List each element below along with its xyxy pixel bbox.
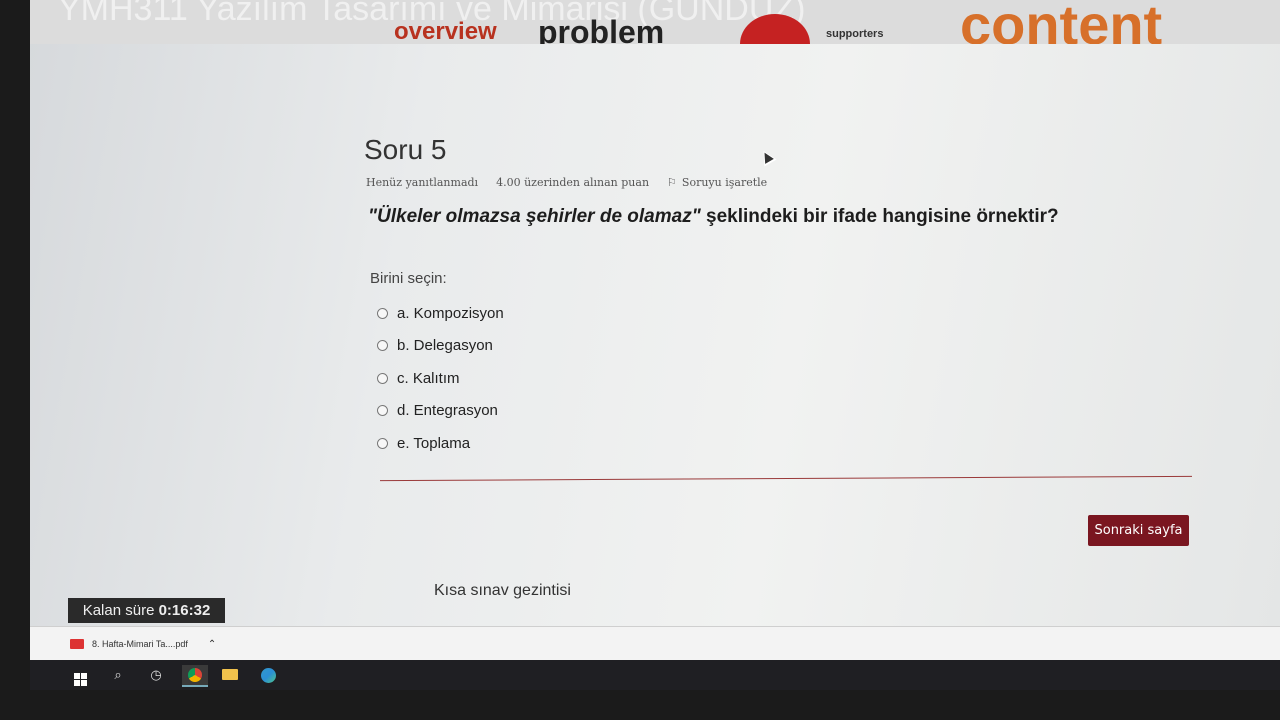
radio-button[interactable] bbox=[377, 307, 388, 319]
option-label: d. Entegrasyon bbox=[397, 402, 498, 420]
mouse-cursor-icon bbox=[757, 147, 777, 167]
radio-button[interactable] bbox=[377, 340, 388, 352]
timer-label: Kalan süre bbox=[82, 602, 159, 619]
option-d[interactable]: d. Entegrasyon bbox=[377, 395, 504, 428]
flag-question-link[interactable]: ⚐ Soruyu işaretle bbox=[667, 176, 767, 189]
option-label: c. Kalıtım bbox=[397, 369, 460, 387]
question-info: Henüz yanıtlanmadı 4.00 üzerinden alınan… bbox=[366, 176, 767, 189]
edge-icon[interactable] bbox=[258, 665, 278, 685]
option-a[interactable]: a. Kompozisyon bbox=[377, 297, 504, 330]
question-rest: şeklindeki bir ifade hangisine örnektir? bbox=[700, 206, 1059, 227]
question-title: Soru 5 bbox=[364, 134, 447, 165]
option-label: b. Delegasyon bbox=[397, 337, 493, 355]
radio-button[interactable] bbox=[377, 405, 388, 417]
file-explorer-icon[interactable] bbox=[220, 665, 240, 685]
downloads-bar: 8. Hafta-Mimari Ta....pdf ⌃ bbox=[30, 626, 1280, 661]
flag-label: Soruyu işaretle bbox=[681, 176, 768, 189]
radio-button[interactable] bbox=[377, 372, 388, 384]
download-filename: 8. Hafta-Mimari Ta....pdf bbox=[92, 639, 188, 649]
search-icon[interactable]: ⌕ bbox=[108, 665, 128, 685]
question-points: 4.00 üzerinden alınan puan bbox=[496, 176, 650, 189]
option-b[interactable]: b. Delegasyon bbox=[377, 330, 504, 363]
windows-start-icon[interactable] bbox=[70, 665, 90, 686]
option-label: a. Kompozisyon bbox=[397, 304, 504, 322]
option-label: e. Toplama bbox=[397, 434, 471, 452]
question-text: "Ülkeler olmazsa şehirler de olamaz" şek… bbox=[368, 206, 1059, 228]
browser-screen: YMH311 Yazılım Tasarımı ve Mimarisi (GÜN… bbox=[30, 0, 1280, 690]
course-banner: YMH311 Yazılım Tasarımı ve Mimarisi (GÜN… bbox=[30, 0, 1280, 44]
option-e[interactable]: e. Toplama bbox=[377, 427, 504, 460]
task-view-icon[interactable]: ◷ bbox=[146, 665, 166, 685]
banner-word-content: content bbox=[960, 0, 1163, 44]
chrome-icon[interactable] bbox=[182, 665, 208, 687]
pdf-icon bbox=[70, 639, 84, 649]
next-page-button[interactable]: Sonraki sayfa bbox=[1088, 515, 1189, 546]
answer-options: a. Kompozisyon b. Delegasyon c. Kalıtım … bbox=[377, 297, 504, 460]
option-c[interactable]: c. Kalıtım bbox=[377, 362, 504, 395]
download-item[interactable]: 8. Hafta-Mimari Ta....pdf ⌃ bbox=[70, 633, 236, 655]
timer-value: 0:16:32 bbox=[158, 602, 211, 619]
banner-word-problem: problem bbox=[538, 14, 665, 44]
divider bbox=[380, 475, 1192, 482]
radio-button[interactable] bbox=[377, 437, 388, 449]
chevron-up-icon[interactable]: ⌃ bbox=[208, 639, 216, 650]
quiz-navigation-link[interactable]: Kısa sınav gezintisi bbox=[434, 582, 571, 600]
question-status: Henüz yanıtlanmadı bbox=[366, 176, 479, 189]
flag-icon: ⚐ bbox=[667, 176, 677, 189]
choose-prompt: Birini seçin: bbox=[370, 270, 447, 287]
taskbar: ⌕ ◷ bbox=[30, 660, 1280, 690]
question-quote: "Ülkeler olmazsa şehirler de olamaz" bbox=[368, 206, 701, 227]
remaining-time-timer: Kalan süre 0:16:32 bbox=[68, 598, 225, 623]
banner-word-supporters: supporters bbox=[826, 28, 884, 40]
banner-word-overview: overview bbox=[394, 18, 497, 44]
